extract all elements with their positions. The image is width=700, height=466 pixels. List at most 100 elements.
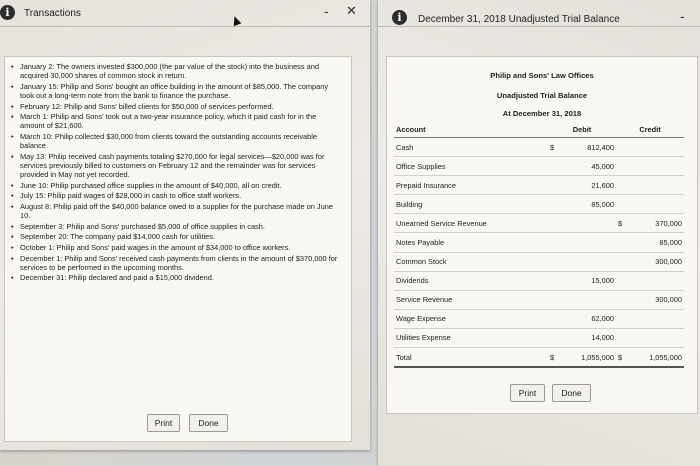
credit-cell: 300,000 bbox=[629, 252, 684, 272]
account-cell: Common Stock bbox=[394, 252, 548, 272]
transaction-item: July 15: Philip paid wages of $28,000 in… bbox=[11, 191, 341, 200]
debit-currency-cell bbox=[548, 156, 561, 177]
transaction-item: March 10: Philip collected $30,000 from … bbox=[11, 132, 341, 150]
transactions-panel: January 2: The owners invested $300,000 … bbox=[4, 56, 352, 442]
credit-currency-cell: $ bbox=[616, 347, 629, 369]
trial-balance-window: i December 31, 2018 Unadjusted Trial Bal… bbox=[378, 0, 700, 466]
credit-currency-cell bbox=[616, 175, 629, 196]
debit-cell: 15,000 bbox=[561, 271, 616, 291]
trial-balance-rows: Cash $812,400 Office Supplies 45,000 Prepaid… bbox=[394, 137, 684, 369]
report-date: At December 31, 2018 bbox=[502, 109, 582, 118]
print-button[interactable]: Print bbox=[510, 384, 545, 402]
account-cell: Unearned Service Revenue bbox=[394, 213, 548, 234]
credit-cell bbox=[629, 137, 684, 158]
debit-currency-cell bbox=[548, 328, 561, 349]
credit-currency-cell bbox=[616, 252, 629, 272]
transactions-list: January 2: The owners invested $300,000 … bbox=[11, 62, 341, 284]
debit-currency-cell bbox=[548, 252, 561, 272]
debit-currency-cell bbox=[548, 213, 561, 234]
transaction-item: January 2: The owners invested $300,000 … bbox=[11, 62, 341, 80]
debit-currency-cell bbox=[548, 175, 561, 196]
transaction-item: February 12: Philip and Sons' billed cli… bbox=[11, 102, 341, 111]
credit-cell bbox=[629, 271, 684, 291]
credit-cell: 1,055,000 bbox=[629, 347, 684, 369]
credit-currency-cell bbox=[616, 232, 629, 253]
account-cell: Service Revenue bbox=[394, 290, 548, 310]
transaction-item: October 1: Philip and Sons' paid wages i… bbox=[11, 243, 341, 252]
close-button[interactable]: ✕ bbox=[346, 3, 357, 19]
report-name: Unadjusted Trial Balance bbox=[496, 91, 588, 100]
table-row: Wage Expense 62,000 bbox=[394, 309, 684, 329]
minimize-button[interactable]: - bbox=[324, 3, 329, 19]
credit-currency-cell bbox=[616, 194, 629, 215]
debit-currency-cell: $ bbox=[548, 347, 561, 369]
debit-cell: 85,000 bbox=[561, 194, 616, 215]
print-button[interactable]: Print bbox=[147, 414, 180, 432]
debit-cell bbox=[561, 252, 616, 272]
minimize-button[interactable]: - bbox=[680, 8, 685, 24]
table-row: Building 85,000 bbox=[394, 194, 684, 215]
debit-cell: 14,000 bbox=[561, 328, 616, 349]
done-button[interactable]: Done bbox=[189, 414, 228, 432]
info-icon: i bbox=[0, 5, 15, 20]
table-row: Common Stock 300,000 bbox=[394, 252, 684, 272]
debit-currency-cell bbox=[548, 194, 561, 215]
table-row: Prepaid Insurance 21,600 bbox=[394, 175, 684, 196]
done-button[interactable]: Done bbox=[552, 384, 591, 402]
table-row: Notes Payable 85,000 bbox=[394, 232, 684, 253]
credit-cell bbox=[629, 175, 684, 196]
credit-currency-cell bbox=[616, 156, 629, 177]
credit-currency-cell bbox=[616, 137, 629, 158]
debit-cell bbox=[561, 232, 616, 253]
debit-currency-cell bbox=[548, 271, 561, 291]
credit-currency-cell bbox=[616, 290, 629, 310]
debit-cell: 812,400 bbox=[561, 137, 616, 158]
transaction-item: August 8: Philip paid off the $40,000 ba… bbox=[11, 202, 341, 220]
credit-column-header: Credit bbox=[616, 122, 684, 138]
transaction-item: March 1: Philip and Sons' took out a two… bbox=[11, 112, 341, 130]
account-cell: Utilities Expense bbox=[394, 328, 548, 349]
account-cell: Office Supplies bbox=[394, 156, 548, 177]
credit-cell: 370,000 bbox=[629, 213, 684, 234]
transaction-item: January 15: Philip and Sons' bought an o… bbox=[11, 82, 341, 100]
trial-balance-titlebar: i December 31, 2018 Unadjusted Trial Bal… bbox=[378, 0, 700, 27]
account-cell: Dividends bbox=[394, 271, 548, 291]
account-column-header: Account bbox=[394, 122, 548, 138]
credit-cell: 85,000 bbox=[629, 232, 684, 253]
table-row: Dividends 15,000 bbox=[394, 271, 684, 291]
transaction-item: May 13: Philip received cash payments to… bbox=[11, 152, 341, 180]
trial-balance-title: December 31, 2018 Unadjusted Trial Balan… bbox=[418, 14, 620, 25]
company-name: Philip and Sons' Law Offices bbox=[490, 71, 594, 80]
total-row: Total $1,055,000 $1,055,000 bbox=[394, 347, 684, 369]
transaction-item: September 3: Philip and Sons' purchased … bbox=[11, 222, 341, 231]
transaction-item: September 20: The company paid $14,000 c… bbox=[11, 232, 341, 241]
debit-currency-cell bbox=[548, 290, 561, 310]
debit-cell: 62,000 bbox=[561, 309, 616, 329]
transaction-item: December 1: Philip and Sons' received ca… bbox=[11, 254, 341, 272]
debit-cell bbox=[561, 213, 616, 234]
credit-currency-cell bbox=[616, 328, 629, 349]
debit-cell: 21,600 bbox=[561, 175, 616, 196]
info-icon: i bbox=[392, 10, 407, 25]
debit-cell: 1,055,000 bbox=[561, 347, 616, 369]
debit-currency-cell bbox=[548, 309, 561, 329]
transactions-title: Transactions bbox=[24, 8, 81, 19]
credit-currency-cell bbox=[616, 309, 629, 329]
table-row: Cash $812,400 bbox=[394, 137, 684, 158]
account-cell: Notes Payable bbox=[394, 232, 548, 253]
credit-cell bbox=[629, 328, 684, 349]
debit-cell bbox=[561, 290, 616, 310]
table-row: Service Revenue 300,000 bbox=[394, 290, 684, 310]
transactions-window: i Transactions - ✕ January 2: The owners… bbox=[0, 0, 370, 450]
table-row: Utilities Expense 14,000 bbox=[394, 328, 684, 349]
credit-currency-cell bbox=[616, 271, 629, 291]
table-row: Unearned Service Revenue $370,000 bbox=[394, 213, 684, 234]
account-cell: Building bbox=[394, 194, 548, 215]
debit-currency-cell: $ bbox=[548, 137, 561, 158]
credit-cell bbox=[629, 309, 684, 329]
table-header-row: Account Debit Credit bbox=[394, 122, 684, 138]
account-cell: Wage Expense bbox=[394, 309, 548, 329]
account-cell: Total bbox=[394, 347, 548, 369]
debit-cell: 45,000 bbox=[561, 156, 616, 177]
credit-cell bbox=[629, 156, 684, 177]
